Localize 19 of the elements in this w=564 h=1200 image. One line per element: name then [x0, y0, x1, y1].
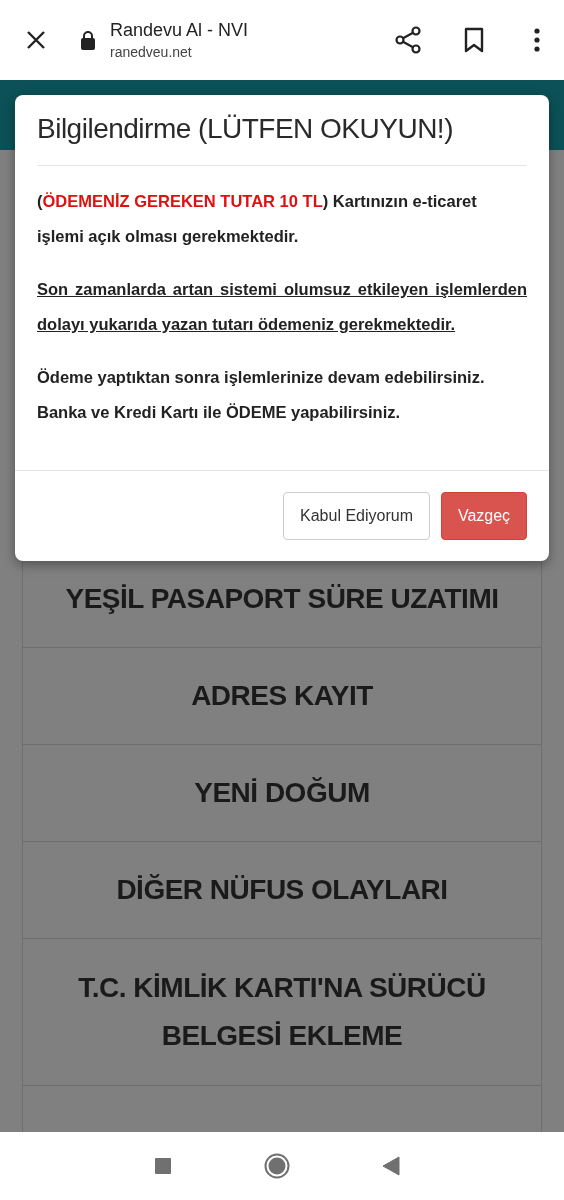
dialog-title: Bilgilendirme (LÜTFEN OKUYUN!): [37, 95, 527, 166]
more-icon[interactable]: [534, 28, 540, 52]
menu-item[interactable]: T.C. KİMLİK KARTI'NA SÜRÜCÜ BELGESİ EKLEME: [22, 939, 542, 1086]
menu-item[interactable]: DİĞER NÜFUS OLAYLARI: [22, 842, 542, 939]
home-icon[interactable]: [264, 1153, 290, 1179]
recent-apps-icon[interactable]: [154, 1157, 172, 1175]
menu-item[interactable]: YENİ DOĞUM: [22, 745, 542, 842]
page-url: ranedveu.net: [110, 43, 193, 62]
lock-icon: [80, 30, 96, 50]
menu-item[interactable]: ADRES KAYIT: [22, 648, 542, 745]
notice-text: (ÖDEMENİZ GEREKEN TUTAR 10 TL) Kartınızın e-ticaret işlemi açık olması gerekmektedir.: [37, 191, 478, 247]
notice-text: Son zamanlarda artan sistemi olumsuz etkileyen işlemlerden dolayı yukarıda yazan tutarı ödemeniz gerekmektedir.: [37, 279, 527, 335]
notice-text: Ödeme yaptıktan sonra işlemlerinize devam edebilirsiniz. Banka ve Kredi Kartı ile ÖDEME yapabilirsiniz.: [37, 367, 486, 423]
bookmark-icon[interactable]: [464, 27, 484, 53]
accept-button[interactable]: Kabul Ediyorum: [283, 492, 430, 540]
page-title: Randevu Al - NVI: [110, 19, 250, 42]
cancel-button[interactable]: Vazgeç: [441, 492, 527, 540]
share-icon[interactable]: [394, 26, 422, 54]
back-icon[interactable]: [382, 1156, 400, 1176]
